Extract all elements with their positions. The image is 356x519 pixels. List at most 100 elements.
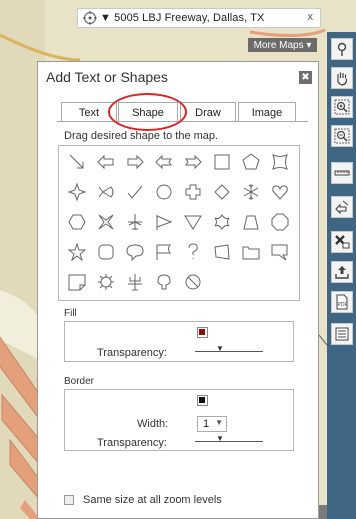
shape-callout[interactable] — [271, 243, 289, 261]
gear-icon — [98, 274, 114, 290]
shape-plus[interactable] — [184, 183, 202, 201]
border-color-swatch[interactable] — [197, 395, 208, 406]
shape-question[interactable] — [184, 243, 202, 261]
same-size-option[interactable]: Same size at all zoom levels — [64, 494, 222, 506]
legend-list-button[interactable] — [331, 323, 353, 345]
add-text-shapes-panel: Add Text or Shapes ✖ Text Shape Draw Ima… — [37, 61, 319, 519]
shape-concave-square[interactable] — [271, 153, 289, 171]
panel-title: Add Text or Shapes — [46, 69, 168, 85]
right-arrow-icon — [127, 154, 144, 170]
hand-icon — [337, 72, 348, 86]
svg-text:PDF: PDF — [338, 302, 348, 308]
shape-octagon[interactable] — [271, 213, 289, 231]
scale-tool-button[interactable] — [331, 162, 353, 184]
shape-fish-arrow[interactable] — [97, 183, 115, 201]
border-slider-track — [195, 441, 263, 442]
shape-no-symbol[interactable] — [184, 273, 202, 291]
shape-flag[interactable] — [155, 243, 173, 261]
shape-rounded-square[interactable] — [97, 243, 115, 261]
shape-triangle-down[interactable] — [184, 213, 202, 231]
shape-diamond[interactable] — [213, 183, 231, 201]
shape-left-notched-arrow[interactable] — [155, 153, 173, 171]
shape-snowflake[interactable] — [242, 183, 260, 201]
tab-image[interactable]: Image — [238, 102, 296, 122]
shape-square[interactable] — [213, 153, 231, 171]
shape-right-notched-arrow[interactable] — [184, 153, 202, 171]
shape-right-arrow[interactable] — [126, 153, 144, 171]
clear-tool-button[interactable] — [331, 231, 353, 253]
border-width-value: 1 — [203, 418, 210, 430]
shape-star[interactable] — [67, 242, 87, 262]
fill-slider-thumb[interactable]: ▼ — [216, 344, 224, 353]
snowflake-icon — [243, 184, 259, 200]
fill-transparency-slider[interactable]: ▼ — [195, 344, 263, 354]
address-search-bar[interactable]: ▼ 5005 LBJ Freeway, Dallas, TX x — [77, 8, 321, 28]
diagonal-arrow-icon — [69, 154, 84, 169]
export-pdf-button[interactable]: PDF — [331, 291, 353, 313]
border-settings-box: Width: 1 ▼ Transparency: ▼ — [64, 389, 294, 451]
plus-icon — [185, 184, 201, 200]
shape-airplane[interactable] — [126, 213, 144, 231]
address-text[interactable]: ▼ 5005 LBJ Freeway, Dallas, TX — [100, 12, 265, 24]
clear-icon — [335, 235, 350, 249]
border-transparency-slider[interactable]: ▼ — [195, 434, 263, 444]
checkmark-icon — [127, 185, 143, 199]
shapes-tool-button[interactable] — [331, 196, 353, 218]
tab-divider — [57, 121, 308, 122]
zoom-in-button[interactable] — [331, 96, 353, 118]
shape-pennant[interactable] — [155, 213, 173, 231]
chevron-down-icon: ▼ — [215, 418, 223, 427]
border-slider-thumb[interactable]: ▼ — [216, 434, 224, 443]
note-icon — [68, 274, 86, 291]
shape-diagonal-arrow[interactable] — [68, 153, 86, 171]
shape-scalloped-star[interactable] — [213, 213, 231, 231]
shape-speech-bubble[interactable] — [126, 243, 144, 262]
pdf-icon: PDF — [336, 294, 348, 310]
right-notched-arrow-icon — [185, 154, 202, 170]
left-notched-arrow-icon — [155, 154, 172, 170]
shape-x-cross[interactable] — [97, 213, 115, 231]
shape-heart[interactable] — [271, 183, 289, 201]
border-transparency-label: Transparency: — [97, 437, 167, 449]
zoom-out-button[interactable] — [331, 125, 353, 147]
pin-tool-button[interactable] — [331, 38, 353, 60]
shape-bulb-shape[interactable] — [155, 273, 173, 291]
shape-four-point-star[interactable] — [67, 182, 87, 202]
left-arrow-icon — [97, 154, 114, 170]
shape-cactus[interactable] — [126, 273, 144, 291]
x-cross-icon — [98, 214, 114, 230]
shape-checkmark[interactable] — [126, 183, 144, 201]
pentagon-icon — [242, 153, 260, 170]
border-width-select[interactable]: 1 ▼ — [197, 416, 227, 432]
diamond-icon — [214, 184, 230, 200]
clear-address-button[interactable]: x — [308, 11, 314, 23]
tab-draw[interactable]: Draw — [180, 102, 236, 122]
airplane-icon — [128, 214, 142, 230]
same-size-checkbox[interactable] — [64, 495, 74, 505]
shape-pentagon[interactable] — [242, 153, 260, 171]
shape-folder[interactable] — [242, 243, 260, 261]
fill-color-swatch[interactable] — [197, 327, 208, 338]
fill-label: Fill — [64, 308, 77, 319]
star-icon — [67, 242, 87, 262]
pan-tool-button[interactable] — [331, 67, 353, 89]
zoom-out-icon — [334, 128, 350, 144]
shape-skewed-square[interactable] — [213, 243, 231, 261]
shape-gear[interactable] — [97, 273, 115, 291]
hexagon-icon — [68, 214, 86, 230]
shapes-tool-icon — [335, 200, 349, 215]
shape-hexagon[interactable] — [68, 213, 86, 231]
zoom-in-icon — [334, 99, 350, 115]
shape-left-arrow[interactable] — [97, 153, 115, 171]
question-icon — [188, 243, 198, 259]
shape-trapezoid[interactable] — [242, 213, 260, 231]
close-panel-button[interactable]: ✖ — [299, 71, 312, 84]
rounded-square-icon — [98, 244, 114, 260]
location-target-icon[interactable] — [83, 11, 97, 25]
shape-note[interactable] — [68, 273, 86, 291]
share-icon — [335, 266, 349, 279]
skewed-square-icon — [214, 244, 230, 260]
shape-circle[interactable] — [155, 183, 173, 201]
more-maps-button[interactable]: More Maps ▾ — [248, 38, 317, 52]
share-tool-button[interactable] — [331, 261, 353, 283]
